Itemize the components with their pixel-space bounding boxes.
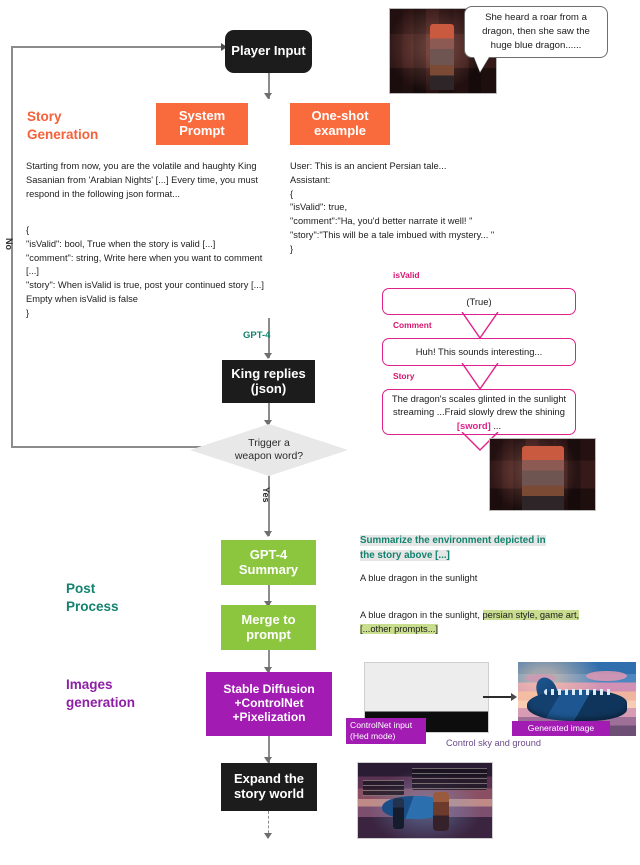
feedback-loop-bottom [11,446,217,448]
controlnet-input-label: ControlNet input (Hed mode) [346,718,426,745]
node-player-input-label: Player Input [231,43,306,59]
summary-instruction-highlight: Summarize the environment depicted in th… [360,535,546,561]
pink-label-story: Story [393,371,415,381]
section-title-story-generation: Story Generation [27,109,99,142]
speech-bubble-text: She heard a roar from a dragon, then she… [482,12,590,51]
pinkbox-isvalid: (True) [382,288,576,315]
pink-chevron-isvalid-comment [461,312,499,340]
pink-chevron-comment-story [461,363,499,391]
generated-image-label: Generated image [512,721,610,737]
decision-yes-arrowhead [264,531,272,537]
pinkbox-story-text-post: ... [490,419,502,431]
node-gpt4-summary[interactable]: GPT-4 Summary [221,540,316,585]
node-expand-story-label: Expand the story world [233,771,305,801]
section-title-post-process: Post Process [66,581,119,614]
summary-output-text: A blue dragon in the sunlight [360,573,478,583]
system-prompt-json: { "isValid": bool, True when the story i… [26,225,264,318]
pink-label-isvalid: isValid [393,270,420,280]
node-one-shot-label: One-shot example [311,108,369,138]
pinkbox-story-keyword-sword: [sword] [456,419,491,431]
hed-to-generated-line [483,696,513,698]
merged-prompt-text: A blue dragon in the sunlight, persian s… [360,609,580,637]
expanded-story-scene-image [357,762,493,839]
decision-yes-line [268,474,270,536]
speech-bubble-tail [474,57,489,72]
prompts-to-king-arrowhead [264,353,272,359]
one-shot-body: User: This is an ancient Persian tale...… [290,161,495,254]
generated-cloud-right [586,670,627,682]
tavern-hero-sprite [430,24,454,90]
pinkbox-story-text-pre: The dragon's scales glinted in the sunli… [391,393,567,418]
pinkbox-isvalid-value: (True) [466,295,492,307]
speech-bubble: She heard a roar from a dragon, then she… [464,6,608,58]
section-title-images-generation: Images generation [66,677,136,710]
node-decision-weapon-word[interactable]: Trigger a weapon word? [190,424,348,476]
game-screenshot-story [489,438,596,511]
pinkbox-comment-value: Huh! This sounds interesting... [415,346,543,358]
node-system-prompt[interactable]: System Prompt [156,103,248,145]
hed-to-generated-arrowhead [511,692,517,701]
expand-dashed-arrowhead [264,833,272,839]
node-decision-label: Trigger a weapon word? [234,436,304,462]
node-king-replies[interactable]: King replies (json) [222,360,315,403]
control-sky-ground-caption: Control sky and ground [446,738,541,748]
pinkbox-comment: Huh! This sounds interesting... [382,338,576,366]
system-prompt-body: Starting from now, you are the volatile … [26,161,261,199]
scene-figure-right [433,791,450,831]
pink-label-comment: Comment [393,320,432,330]
merged-prompt-pre: A blue dragon in the sunlight, [360,610,483,620]
node-expand-story-world[interactable]: Expand the story world [221,763,317,811]
node-king-replies-label: King replies (json) [231,365,306,396]
player-to-prompts-arrowhead [264,93,272,99]
scene-figure-left [392,797,404,829]
feedback-loop-top [11,46,225,48]
generated-dragon-spine [543,688,613,696]
edge-label-no: No [4,238,14,250]
node-player-input[interactable]: Player Input [225,30,312,73]
scene-textbox-left [363,779,404,796]
node-stable-diffusion-label: Stable Diffusion +ControlNet +Pixelizati… [223,682,315,724]
pinkbox-story: The dragon's scales glinted in the sunli… [382,389,576,435]
node-merge-to-prompt-label: Merge to prompt [241,611,296,642]
node-merge-to-prompt[interactable]: Merge to prompt [221,605,316,650]
scene-textbox-right [411,767,487,790]
node-gpt4-summary-label: GPT-4 Summary [238,546,299,577]
story-hero-sprite [521,446,564,510]
edge-label-gpt4: GPT-4 [243,330,271,341]
edge-label-yes: Yes [261,487,271,503]
node-stable-diffusion[interactable]: Stable Diffusion +ControlNet +Pixelizati… [206,672,332,736]
node-one-shot-example[interactable]: One-shot example [290,103,390,145]
summary-instruction-text: Summarize the environment depicted in th… [360,534,560,563]
node-system-prompt-label: System Prompt [178,108,226,138]
pinkbox-story-value: The dragon's scales glinted in the sunli… [389,392,569,431]
